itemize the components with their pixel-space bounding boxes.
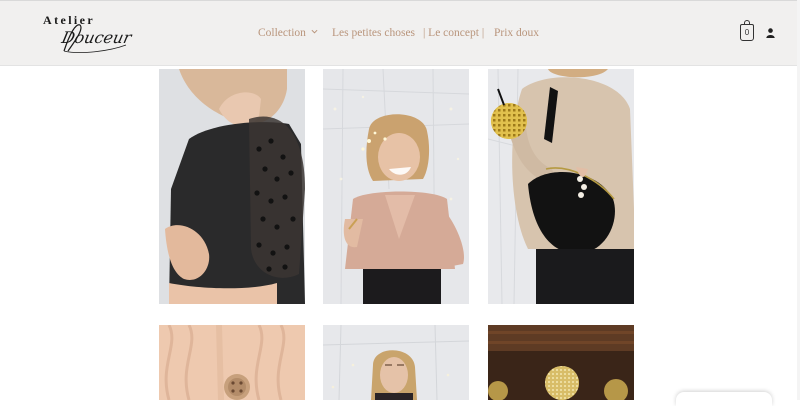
- photo-image: [323, 325, 469, 400]
- photo-image: [323, 69, 469, 304]
- photo-image: [488, 325, 634, 400]
- chevron-down-icon: [311, 29, 318, 34]
- site-header: Atelier Douceur Collection Les petites c…: [0, 0, 800, 66]
- photo-beige-sweater-bag[interactable]: [488, 69, 634, 304]
- photo-cream-knit-cardigan[interactable]: [159, 325, 305, 400]
- nav-item-petites-choses[interactable]: Les petites choses: [332, 25, 415, 41]
- logo-swash: [63, 24, 127, 53]
- photo-image: [159, 69, 305, 304]
- photo-pink-wrap-top[interactable]: [323, 69, 469, 304]
- user-icon[interactable]: [766, 28, 775, 38]
- photo-blonde-woman-lights[interactable]: [323, 325, 469, 400]
- photo-gold-ornaments[interactable]: [488, 325, 634, 400]
- shopping-bag-icon[interactable]: 0: [740, 20, 754, 41]
- cart-count: 0: [744, 28, 750, 37]
- photo-image: [488, 69, 634, 304]
- nav-item-prix-doux[interactable]: Prix doux: [494, 25, 539, 41]
- chat-widget[interactable]: [676, 392, 772, 406]
- nav-item-concept[interactable]: | Le concept |: [423, 25, 484, 41]
- photo-black-polka-dot-top[interactable]: [159, 69, 305, 304]
- nav-item-collection[interactable]: Collection: [258, 25, 318, 41]
- brand-logo[interactable]: Atelier Douceur: [40, 11, 140, 59]
- photo-image: [159, 325, 305, 400]
- nav-item-label: Collection: [258, 27, 306, 39]
